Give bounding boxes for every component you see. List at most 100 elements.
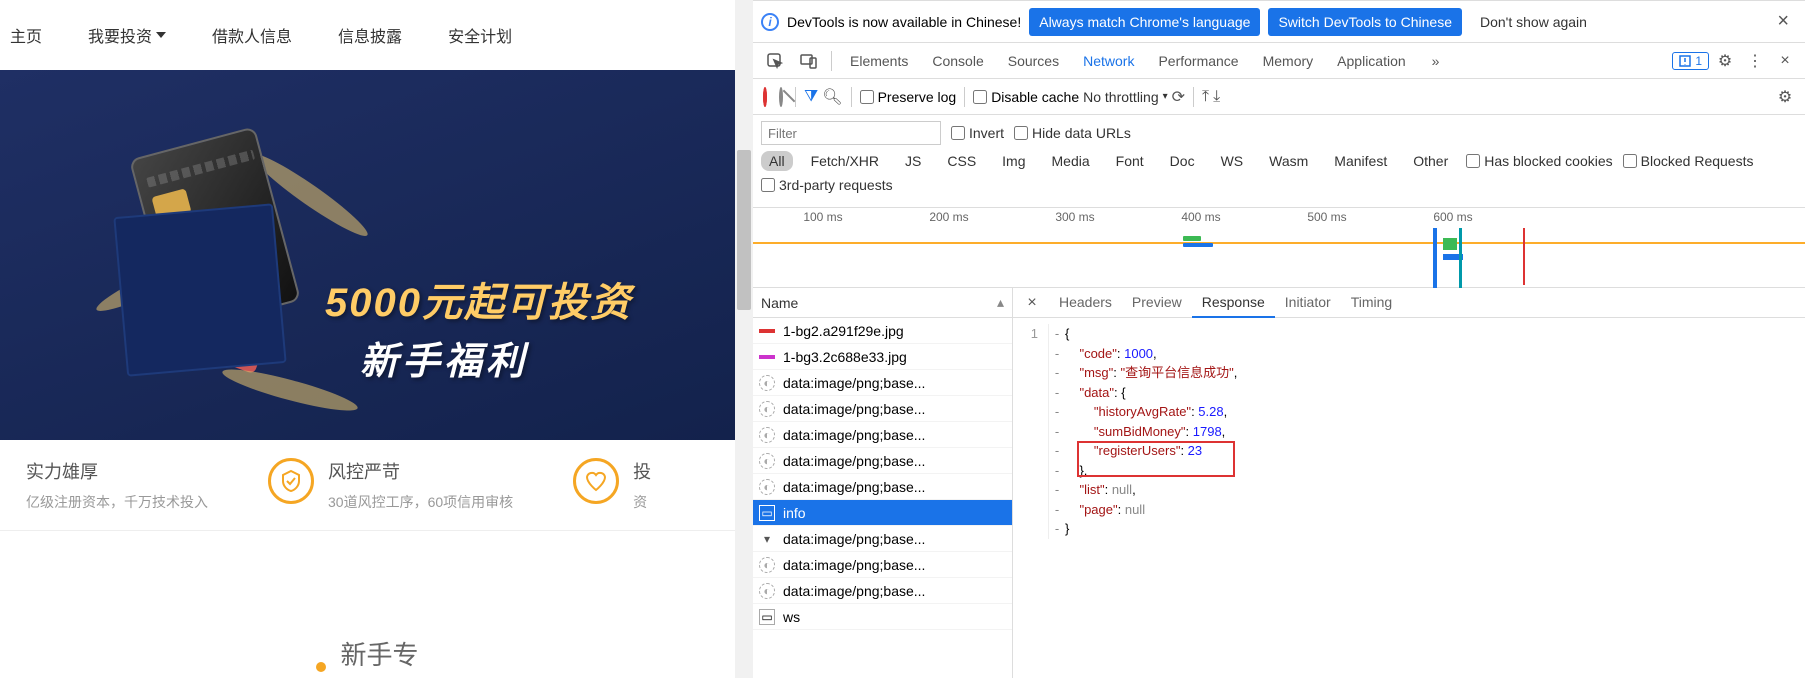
tab-performance[interactable]: Performance <box>1146 45 1250 77</box>
timeline-tick-label: 500 ms <box>1307 210 1346 224</box>
search-icon[interactable]: 🔍︎ <box>822 87 842 107</box>
tab-network[interactable]: Network <box>1071 45 1146 77</box>
detail-tabs: × HeadersPreviewResponseInitiatorTiming <box>1013 288 1805 318</box>
footer-label: 新手专 <box>340 635 418 672</box>
filter-type-all[interactable]: All <box>761 151 793 171</box>
feature-2: 风控严苛 30道风控工序，60项信用审核 <box>268 458 573 512</box>
device-icon[interactable] <box>793 53 825 69</box>
timeline-tick-label: 400 ms <box>1181 210 1220 224</box>
export-icon[interactable]: ⤓ <box>1213 88 1220 106</box>
preserve-log-checkbox[interactable]: Preserve log <box>860 89 957 105</box>
filter-type-ws[interactable]: WS <box>1213 151 1252 171</box>
detail-tab-response[interactable]: Response <box>1192 288 1275 318</box>
filter-type-manifest[interactable]: Manifest <box>1326 151 1395 171</box>
detail-tab-preview[interactable]: Preview <box>1122 288 1192 318</box>
request-row[interactable]: ▭info <box>753 500 1012 526</box>
nav-disclosure[interactable]: 信息披露 <box>338 23 402 47</box>
close-detail-icon[interactable]: × <box>1019 294 1045 312</box>
request-row[interactable]: ▾data:image/png;base... <box>753 526 1012 552</box>
filter-type-media[interactable]: Media <box>1044 151 1098 171</box>
filter-type-fetchxhr[interactable]: Fetch/XHR <box>803 151 887 171</box>
request-row[interactable]: 1-bg2.a291f29e.jpg <box>753 318 1012 344</box>
network-conditions-icon[interactable]: ⟳ <box>1172 87 1185 107</box>
filter-type-font[interactable]: Font <box>1108 151 1152 171</box>
request-name: 1-bg2.a291f29e.jpg <box>783 323 904 339</box>
network-timeline[interactable]: 100 ms200 ms300 ms400 ms500 ms600 ms <box>753 208 1805 288</box>
import-icon[interactable]: ⤒ <box>1202 88 1209 106</box>
blocked-cookies-checkbox[interactable]: Has blocked cookies <box>1466 153 1612 169</box>
request-name: data:image/png;base... <box>783 401 925 417</box>
tab-application[interactable]: Application <box>1325 45 1418 77</box>
hide-dataurls-checkbox[interactable]: Hide data URLs <box>1014 125 1131 141</box>
tab-memory[interactable]: Memory <box>1251 45 1326 77</box>
request-name: data:image/png;base... <box>783 427 925 443</box>
timeline-marker <box>1433 228 1445 285</box>
tab-console[interactable]: Console <box>920 45 995 77</box>
filter-input[interactable] <box>761 121 941 145</box>
feature-title: 实力雄厚 <box>26 458 208 484</box>
hero-title: 5000元起可投资 <box>325 270 632 328</box>
filter-icon[interactable]: ⧩ <box>804 88 818 106</box>
inspect-icon[interactable] <box>759 53 791 69</box>
shield-icon <box>268 458 314 504</box>
tab-sources[interactable]: Sources <box>996 45 1071 77</box>
kebab-icon[interactable]: ⋮ <box>1741 51 1769 71</box>
scrollbar-thumb[interactable] <box>737 150 751 310</box>
filter-type-css[interactable]: CSS <box>939 151 984 171</box>
devtools-infobar: i DevTools is now available in Chinese! … <box>753 1 1805 43</box>
network-settings-icon[interactable]: ⚙ <box>1771 87 1799 107</box>
nav-invest[interactable]: 我要投资 <box>88 23 166 47</box>
match-language-button[interactable]: Always match Chrome's language <box>1029 8 1260 36</box>
detail-tab-timing[interactable]: Timing <box>1341 288 1403 318</box>
settings-icon[interactable]: ⚙ <box>1711 51 1739 71</box>
filter-type-js[interactable]: JS <box>897 151 929 171</box>
devtools-tabbar: ElementsConsoleSourcesNetworkPerformance… <box>753 43 1805 79</box>
record-button[interactable] <box>759 89 771 105</box>
request-name: info <box>783 505 806 521</box>
sort-icon[interactable]: ▴ <box>997 294 1004 311</box>
timeline-bar <box>1183 236 1201 241</box>
tab-elements[interactable]: Elements <box>838 45 920 77</box>
request-row[interactable]: ◐data:image/png;base... <box>753 396 1012 422</box>
request-row[interactable]: ◐data:image/png;base... <box>753 370 1012 396</box>
request-row[interactable]: ◐data:image/png;base... <box>753 422 1012 448</box>
close-icon[interactable]: × <box>1769 10 1797 33</box>
request-row[interactable]: 1-bg3.2c688e33.jpg <box>753 344 1012 370</box>
invert-checkbox[interactable]: Invert <box>951 125 1004 141</box>
ribbon-decoration <box>220 362 360 418</box>
request-list: Name ▴ 1-bg2.a291f29e.jpg 1-bg3.2c688e33.… <box>753 288 1013 678</box>
third-party-checkbox[interactable]: 3rd-party requests <box>761 177 893 193</box>
close-devtools-icon[interactable]: × <box>1771 52 1799 70</box>
request-list-header[interactable]: Name ▴ <box>753 288 1012 318</box>
request-name: data:image/png;base... <box>783 557 925 573</box>
request-row[interactable]: ◐data:image/png;base... <box>753 474 1012 500</box>
issues-badge[interactable]: 1 <box>1672 52 1709 70</box>
filter-type-doc[interactable]: Doc <box>1162 151 1203 171</box>
switch-language-button[interactable]: Switch DevTools to Chinese <box>1268 8 1462 36</box>
nav-safety[interactable]: 安全计划 <box>448 23 512 47</box>
nav-home[interactable]: 主页 <box>10 23 42 47</box>
clear-button[interactable] <box>775 89 787 105</box>
timeline-bar <box>1183 243 1213 247</box>
throttling-select[interactable]: No throttling ▾ <box>1083 89 1168 105</box>
filter-type-img[interactable]: Img <box>994 151 1033 171</box>
filter-type-wasm[interactable]: Wasm <box>1261 151 1316 171</box>
detail-tab-initiator[interactable]: Initiator <box>1275 288 1341 318</box>
feature-title: 投 <box>633 458 651 484</box>
detail-tab-headers[interactable]: Headers <box>1049 288 1122 318</box>
more-tabs[interactable]: » <box>1420 45 1452 77</box>
request-name: data:image/png;base... <box>783 453 925 469</box>
blocked-requests-checkbox[interactable]: Blocked Requests <box>1623 153 1754 169</box>
response-body[interactable]: 1-{ - "code": 1000, - "msg": "查询平台信息成功",… <box>1013 318 1805 678</box>
request-row[interactable]: ◐data:image/png;base... <box>753 552 1012 578</box>
devtools: i DevTools is now available in Chinese! … <box>753 0 1805 678</box>
scrollbar[interactable] <box>735 0 753 678</box>
nav-borrower[interactable]: 借款人信息 <box>212 23 292 47</box>
dont-show-button[interactable]: Don't show again <box>1470 8 1597 36</box>
request-row[interactable]: ▭ws <box>753 604 1012 630</box>
request-row[interactable]: ◐data:image/png;base... <box>753 448 1012 474</box>
disable-cache-checkbox[interactable]: Disable cache <box>973 89 1079 105</box>
request-row[interactable]: ◐data:image/png;base... <box>753 578 1012 604</box>
filter-type-other[interactable]: Other <box>1405 151 1456 171</box>
feature-desc: 亿级注册资本，千万技术投入 <box>26 492 208 512</box>
